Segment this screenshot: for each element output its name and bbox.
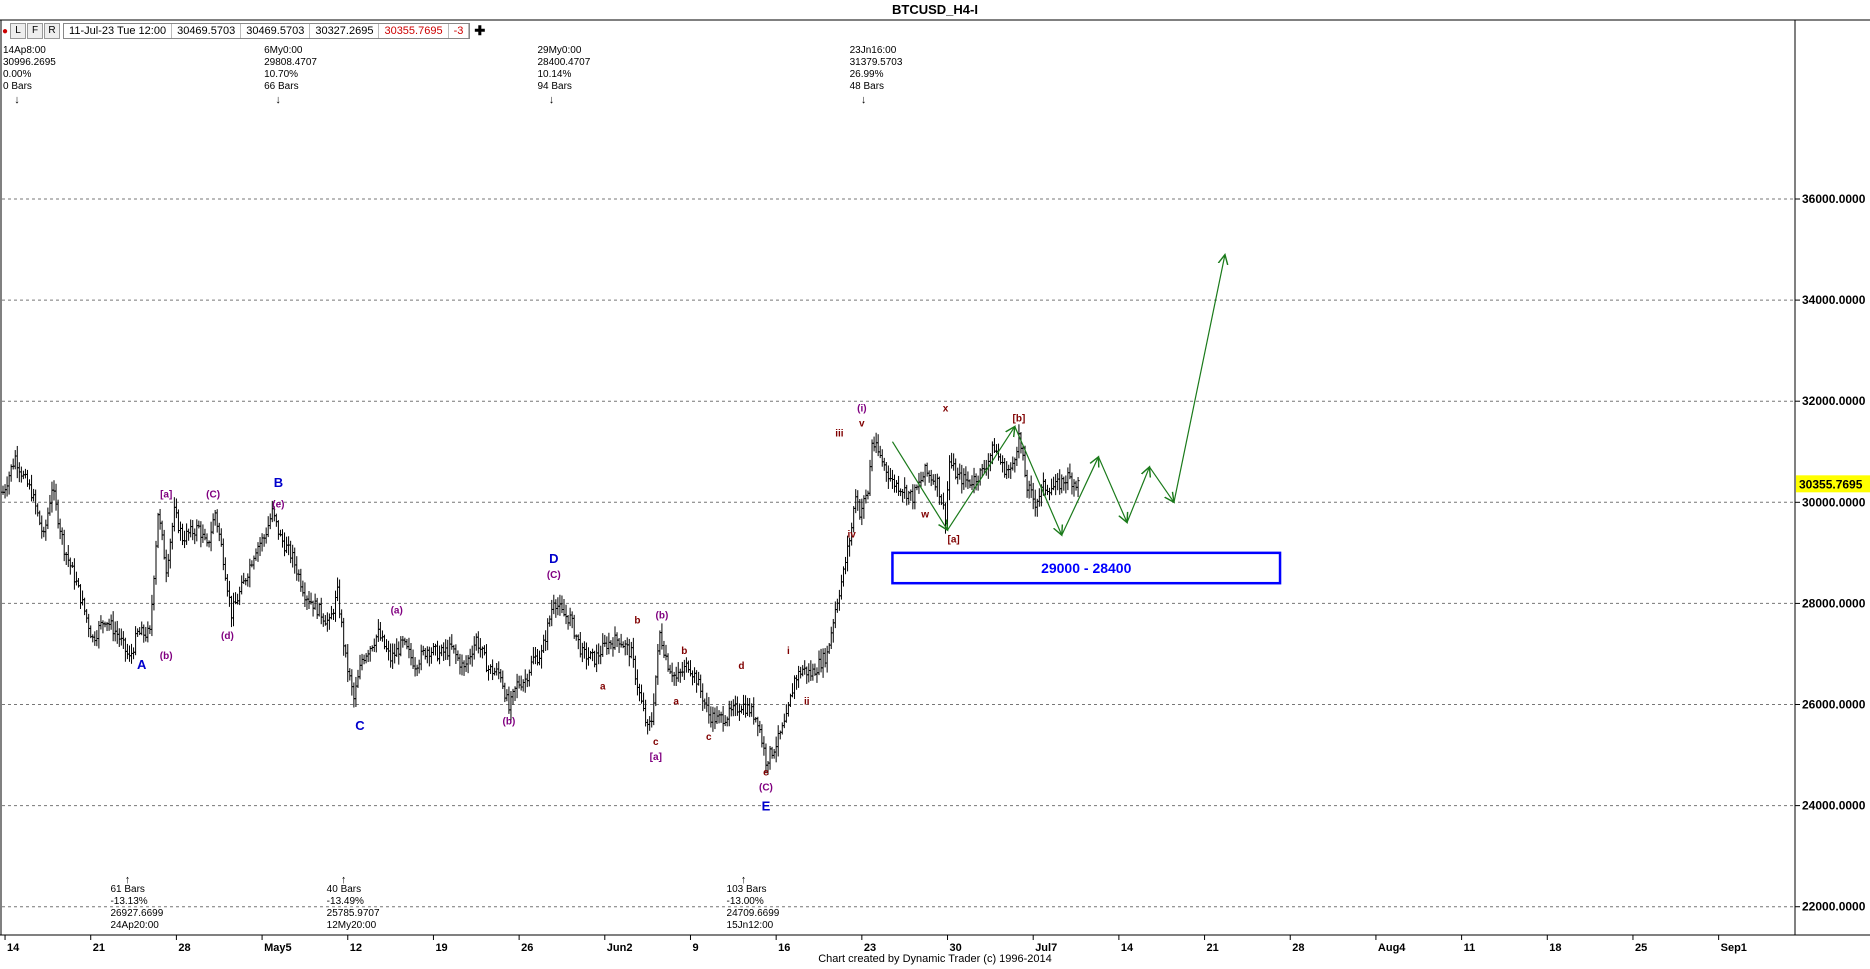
- swing-annotation-text: 61 Bars: [110, 884, 144, 895]
- wave-label: b: [681, 646, 687, 657]
- wave-label: d: [738, 661, 744, 672]
- swing-annotation-text: 40 Bars: [327, 884, 361, 895]
- wave-label: iv: [847, 530, 856, 541]
- y-tick-label: 32000.0000: [1802, 394, 1866, 408]
- wave-label: [b]: [1013, 413, 1026, 424]
- wave-label: A: [137, 657, 147, 672]
- wave-label: (b): [160, 651, 173, 662]
- chart-credit: Chart created by Dynamic Trader (c) 1996…: [818, 953, 1052, 965]
- swing-annotation-text: 0.00%: [3, 69, 31, 80]
- wave-label: v: [859, 418, 865, 429]
- wave-label: B: [274, 475, 283, 490]
- wave-label: [a]: [948, 535, 960, 546]
- y-tick-label: 24000.0000: [1802, 799, 1866, 813]
- wave-label: (d): [221, 631, 234, 642]
- wave-label: (a): [391, 606, 403, 617]
- y-tick-label: 34000.0000: [1802, 293, 1866, 307]
- swing-annotation-text: 25785.9707: [327, 908, 380, 919]
- swing-annotation-text: 29My0:00: [537, 45, 581, 56]
- wave-label: E: [762, 799, 771, 814]
- swing-annotation-text: 0 Bars: [3, 81, 32, 92]
- swing-annotation-text: 26.99%: [850, 69, 884, 80]
- wave-label: w: [920, 509, 929, 520]
- down-arrow-icon: ↓: [549, 94, 555, 106]
- projection-arrow: [1126, 467, 1149, 523]
- swing-annotation-text: 6My0:00: [264, 45, 303, 56]
- wave-label: (b): [503, 717, 516, 728]
- wave-label: [a]: [650, 752, 662, 763]
- down-arrow-icon: ↓: [275, 94, 281, 106]
- wave-label: D: [549, 551, 558, 566]
- current-price-label: 30355.7695: [1799, 477, 1863, 491]
- y-tick-label: 36000.0000: [1802, 192, 1866, 206]
- ohlc-bars: [1, 424, 1080, 775]
- down-arrow-icon: ↓: [14, 94, 20, 106]
- wave-label: x: [943, 403, 949, 414]
- swing-annotation-text: 12My20:00: [327, 920, 377, 931]
- y-tick-label: 30000.0000: [1802, 495, 1866, 509]
- swing-annotation-text: 10.70%: [264, 69, 298, 80]
- swing-annotation-text: 94 Bars: [537, 81, 571, 92]
- swing-annotation-text: 23Jn16:00: [850, 45, 897, 56]
- swing-annotation-text: 10.14%: [537, 69, 571, 80]
- swing-annotation-text: 48 Bars: [850, 81, 884, 92]
- wave-label: [a]: [160, 489, 172, 500]
- wave-label: (C): [206, 489, 220, 500]
- projection-arrow: [1173, 255, 1225, 503]
- swing-annotation-text: 103 Bars: [727, 884, 767, 895]
- wave-label: C: [355, 718, 365, 733]
- swing-annotation-text: 15Jn12:00: [727, 920, 774, 931]
- swing-annotation-text: 24Ap20:00: [110, 920, 159, 931]
- swing-annotation-text: -13.00%: [727, 896, 764, 907]
- target-zone-label: 29000 - 28400: [1041, 560, 1132, 576]
- swing-annotation-text: 66 Bars: [264, 81, 298, 92]
- wave-label: (b): [656, 611, 669, 622]
- wave-label: (C): [547, 570, 561, 581]
- wave-label: b: [634, 616, 640, 627]
- wave-label: c: [706, 732, 712, 743]
- swing-annotation-text: 30996.2695: [3, 57, 56, 68]
- swing-annotation-text: 26927.6699: [110, 908, 163, 919]
- wave-label: i: [787, 646, 790, 657]
- projection-arrow: [1097, 456, 1127, 523]
- wave-label: ii: [804, 697, 810, 708]
- wave-label: iii: [835, 429, 844, 440]
- wave-label: (i): [857, 403, 866, 414]
- swing-annotation-text: 14Ap8:00: [3, 45, 46, 56]
- swing-annotation-text: 28400.4707: [537, 57, 590, 68]
- projection-arrow: [1014, 426, 1062, 535]
- swing-annotation-text: 24709.6699: [727, 908, 780, 919]
- wave-label: c: [653, 737, 659, 748]
- wave-label: (C): [759, 782, 773, 793]
- down-arrow-icon: ↓: [861, 94, 867, 106]
- swing-annotation-text: -13.13%: [110, 896, 147, 907]
- wave-label: e: [763, 767, 769, 778]
- projection-arrow: [1061, 457, 1099, 536]
- projection-arrow: [1148, 466, 1173, 502]
- swing-annotation-text: 29808.4707: [264, 57, 317, 68]
- swing-annotation-text: 31379.5703: [850, 57, 903, 68]
- y-tick-label: 22000.0000: [1802, 900, 1866, 914]
- price-chart: 22000.0000 24000.0000 26000.0000 28000.0000…: [0, 19, 1870, 954]
- y-tick-label: 26000.0000: [1802, 698, 1866, 712]
- y-tick-label: 28000.0000: [1802, 596, 1866, 610]
- wave-label: a: [600, 681, 606, 692]
- swing-annotation-text: -13.49%: [327, 896, 364, 907]
- wave-label: a: [673, 697, 679, 708]
- wave-label: (e): [272, 499, 284, 510]
